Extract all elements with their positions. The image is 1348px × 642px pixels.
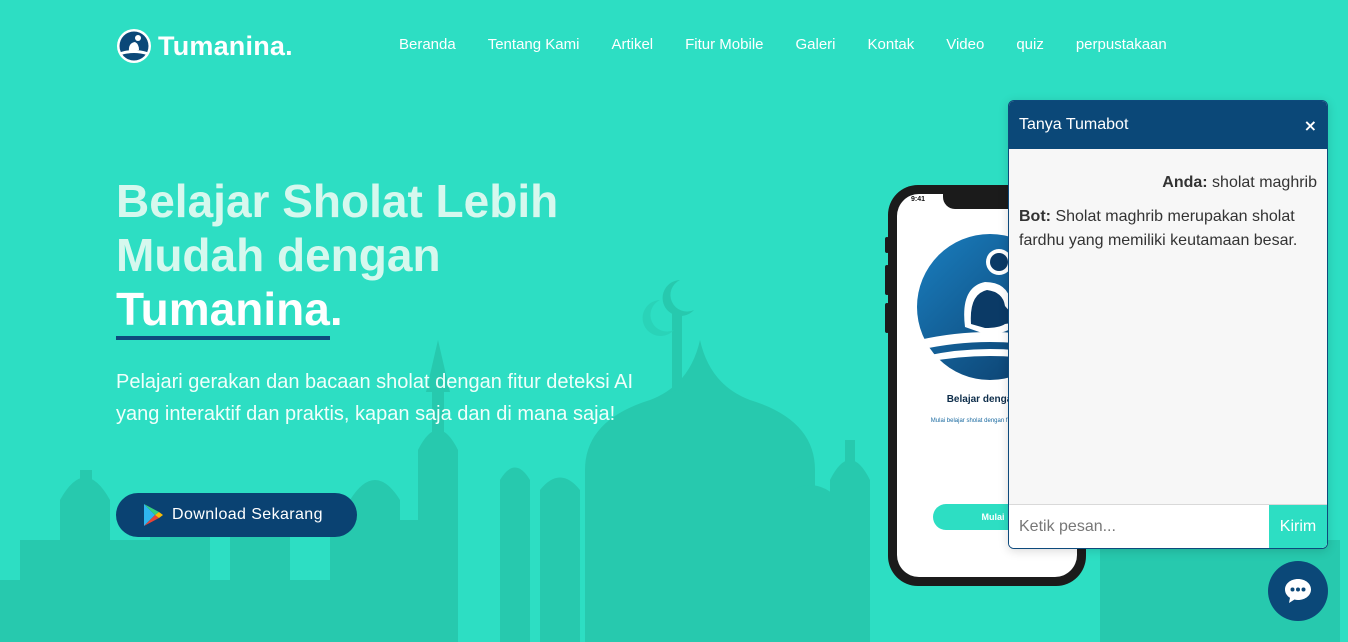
phone-side-button xyxy=(885,303,889,333)
chat-window: Tanya Tumabot × Anda: sholat maghrib Bot… xyxy=(1008,100,1328,549)
download-label: Download Sekarang xyxy=(172,506,323,523)
brand-logo[interactable]: Tumanina. xyxy=(116,28,293,64)
hero-title-line1: Belajar Sholat Lebih xyxy=(116,175,559,227)
chat-send-button[interactable]: Kirim xyxy=(1269,505,1327,548)
hero-subtitle: Pelajari gerakan dan bacaan sholat denga… xyxy=(116,371,634,425)
nav-item-galeri[interactable]: Galeri xyxy=(796,36,836,53)
brand-name: Tumanina. xyxy=(158,30,293,61)
chat-title: Tanya Tumabot xyxy=(1019,116,1129,133)
chat-header: Tanya Tumabot × xyxy=(1009,101,1327,149)
hero-title-dot: . xyxy=(329,283,343,335)
nav-item-beranda[interactable]: Beranda xyxy=(399,36,456,53)
chat-footer: Kirim xyxy=(1009,504,1327,548)
nav-links: Beranda Tentang Kami Artikel Fitur Mobil… xyxy=(399,36,1199,53)
chat-sender: Anda: xyxy=(1162,174,1208,191)
nav-item-kontak[interactable]: Kontak xyxy=(868,36,915,53)
phone-side-button xyxy=(885,237,889,253)
nav-item-fitur-mobile[interactable]: Fitur Mobile xyxy=(685,36,763,53)
navbar: Tumanina. Beranda Tentang Kami Artikel F… xyxy=(116,26,1236,66)
chat-text: sholat maghrib xyxy=(1212,174,1317,191)
chat-message-user: Anda: sholat maghrib xyxy=(1019,171,1317,195)
chat-text: Sholat maghrib merupakan sholat fardhu y… xyxy=(1019,208,1298,249)
chat-toggle-button[interactable] xyxy=(1268,561,1328,621)
nav-item-quiz[interactable]: quiz xyxy=(1016,36,1044,53)
nav-item-video[interactable]: Video xyxy=(946,36,984,53)
chat-bubble-icon xyxy=(1285,579,1311,603)
nav-item-perpustakaan[interactable]: perpustakaan xyxy=(1076,36,1167,53)
download-button[interactable]: Download Sekarang xyxy=(116,493,357,537)
logo-icon xyxy=(117,29,151,63)
hero-title-brand: Tumanina xyxy=(116,283,330,340)
nav-item-artikel[interactable]: Artikel xyxy=(611,36,653,53)
chat-input[interactable] xyxy=(1009,505,1269,548)
chat-messages: Anda: sholat maghrib Bot: Sholat maghrib… xyxy=(1009,149,1327,505)
chat-message-bot: Bot: Sholat maghrib merupakan sholat far… xyxy=(1019,205,1317,253)
hero-title: Belajar Sholat Lebih Mudah dengan Tumani… xyxy=(116,174,656,340)
phone-side-button xyxy=(885,265,889,295)
nav-item-tentang-kami[interactable]: Tentang Kami xyxy=(488,36,580,53)
google-play-icon xyxy=(144,504,163,526)
hero-title-line2: Mudah dengan xyxy=(116,229,441,281)
chat-sender: Bot: xyxy=(1019,208,1051,225)
phone-clock: 9:41 xyxy=(911,196,926,203)
chat-close-button[interactable]: × xyxy=(1304,116,1317,135)
